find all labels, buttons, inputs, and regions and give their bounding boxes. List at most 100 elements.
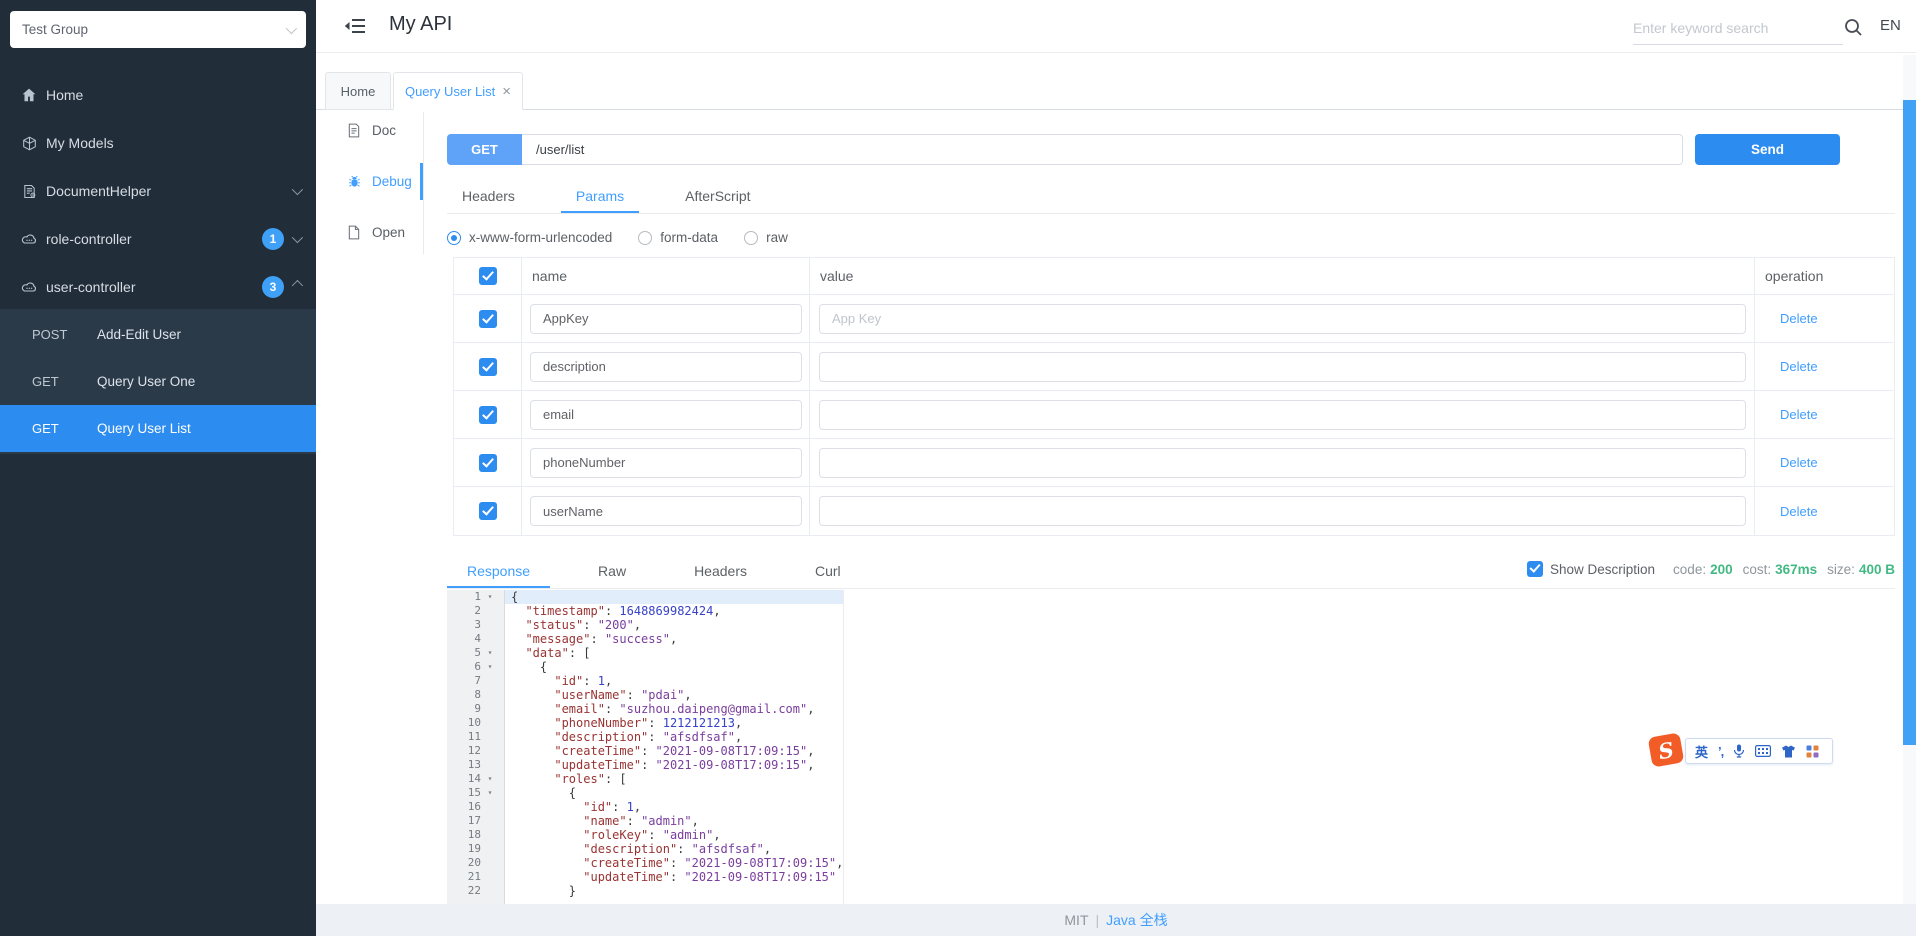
param-value-input[interactable] xyxy=(819,304,1746,334)
param-value-input[interactable] xyxy=(819,352,1746,382)
param-name-input[interactable] xyxy=(530,352,802,382)
response-tab-raw[interactable]: Raw xyxy=(578,556,646,589)
line-number: 1 xyxy=(447,590,481,604)
request-tab-afterscript[interactable]: AfterScript xyxy=(670,181,765,214)
gutter-cell: 13 xyxy=(447,758,505,772)
delete-link[interactable]: Delete xyxy=(1780,455,1818,470)
sidebar-fold-icon[interactable] xyxy=(344,17,368,37)
row-checkbox[interactable] xyxy=(479,406,497,424)
param-name-input[interactable] xyxy=(530,448,802,478)
param-name-input[interactable] xyxy=(530,400,802,430)
param-name-input[interactable] xyxy=(530,304,802,334)
sidebar-item-user-controller[interactable]: user-controller3 xyxy=(0,263,316,311)
search-icon[interactable] xyxy=(1844,18,1864,38)
footer-link[interactable]: Java 全栈 xyxy=(1106,910,1167,930)
editor-line: 11 "description": "afsdfsaf", xyxy=(447,730,1895,744)
code-token: "description" xyxy=(583,842,677,856)
stat-value: 400 B xyxy=(1859,562,1895,577)
side-nav-label: Debug xyxy=(372,174,412,189)
param-name-input[interactable] xyxy=(530,496,802,526)
side-nav-open[interactable]: Open xyxy=(347,207,421,258)
code-token xyxy=(511,842,583,856)
search-input[interactable] xyxy=(1633,12,1843,44)
sidebar-item-role-controller[interactable]: role-controller1 xyxy=(0,215,316,263)
footer-separator: | xyxy=(1096,912,1100,928)
search-box xyxy=(1633,12,1843,45)
line-number: 16 xyxy=(447,800,481,814)
fold-arrow-icon[interactable]: ▾ xyxy=(481,786,499,800)
request-tab-headers[interactable]: Headers xyxy=(447,181,530,214)
param-value-input[interactable] xyxy=(819,448,1746,478)
editor-line: 4 "message": "success", xyxy=(447,632,1895,646)
sidebar-item-documenthelper[interactable]: DocumentHelper xyxy=(0,167,316,215)
sidebar-item-home[interactable]: Home xyxy=(0,71,316,119)
row-checkbox[interactable] xyxy=(479,358,497,376)
code-token: : xyxy=(670,856,684,870)
row-checkbox[interactable] xyxy=(479,310,497,328)
param-value-input[interactable] xyxy=(819,400,1746,430)
code-text: "id": 1, xyxy=(505,674,612,688)
send-button[interactable]: Send xyxy=(1695,134,1840,165)
delete-link[interactable]: Delete xyxy=(1780,359,1818,374)
response-tab-curl[interactable]: Curl xyxy=(795,556,861,589)
editor-line: 16 "id": 1, xyxy=(447,800,1895,814)
response-tab-headers[interactable]: Headers xyxy=(674,556,767,589)
fold-arrow-icon[interactable]: ▾ xyxy=(481,646,499,660)
sidebar-endpoint-query-user-one[interactable]: GETQuery User One xyxy=(0,358,316,405)
code-token xyxy=(511,702,554,716)
delete-link[interactable]: Delete xyxy=(1780,407,1818,422)
fold-arrow-icon[interactable]: ▾ xyxy=(481,590,499,604)
language-toggle[interactable]: EN xyxy=(1880,17,1901,34)
response-tab-response[interactable]: Response xyxy=(447,556,550,589)
param-value-input[interactable] xyxy=(819,496,1746,526)
body-type-raw[interactable]: raw xyxy=(744,230,788,245)
code-token: "id" xyxy=(583,800,612,814)
body-type-form-data[interactable]: form-data xyxy=(638,230,718,245)
code-token: : xyxy=(627,814,641,828)
editor-line: 18 "roleKey": "admin", xyxy=(447,828,1895,842)
method-button[interactable]: GET xyxy=(447,134,522,165)
side-nav-doc[interactable]: Doc xyxy=(347,105,421,156)
gutter-cell: 15▾ xyxy=(447,786,505,800)
sidebar-item-my-models[interactable]: My Models xyxy=(0,119,316,167)
cell-name xyxy=(521,343,809,390)
line-number: 5 xyxy=(447,646,481,660)
api-cloud-icon xyxy=(20,230,38,248)
editor-line: 14▾ "roles": [ xyxy=(447,772,1895,786)
page-tabbar: HomeQuery User List× xyxy=(316,53,1916,110)
url-input[interactable] xyxy=(522,134,1683,165)
code-token: "data" xyxy=(525,646,568,660)
row-checkbox[interactable] xyxy=(479,454,497,472)
fold-arrow-icon[interactable]: ▾ xyxy=(481,772,499,786)
body-type-x-www-form-urlencoded[interactable]: x-www-form-urlencoded xyxy=(447,230,612,245)
side-nav-debug[interactable]: Debug xyxy=(347,156,421,207)
gutter-cell: 6▾ xyxy=(447,660,505,674)
code-token: "2021-09-08T17:09:15" xyxy=(656,758,808,772)
request-tab-params[interactable]: Params xyxy=(561,181,639,214)
delete-link[interactable]: Delete xyxy=(1780,311,1818,326)
side-nav-divider xyxy=(423,112,424,254)
select-all-checkbox[interactable] xyxy=(479,267,497,285)
close-icon[interactable]: × xyxy=(502,84,511,99)
code-token: , xyxy=(807,702,814,716)
line-number: 6 xyxy=(447,660,481,674)
code-text: "status": "200", xyxy=(505,618,641,632)
editor-line: 9 "email": "suzhou.daipeng@gmail.com", xyxy=(447,702,1895,716)
group-select[interactable]: Test Group xyxy=(10,11,306,48)
group-select-value: Test Group xyxy=(22,22,286,37)
response-editor[interactable]: 1▾{2 "timestamp": 1648869982424,3 "statu… xyxy=(447,590,1895,904)
show-description-checkbox[interactable] xyxy=(1527,561,1543,577)
code-text: "data": [ xyxy=(505,646,591,660)
row-checkbox[interactable] xyxy=(479,502,497,520)
sidebar-endpoint-add-edit-user[interactable]: POSTAdd-Edit User xyxy=(0,311,316,358)
sidebar-endpoint-query-user-list[interactable]: GETQuery User List xyxy=(0,405,316,452)
scrollbar-thumb[interactable] xyxy=(1903,100,1916,745)
code-token: "phoneNumber" xyxy=(554,716,648,730)
code-token: , xyxy=(713,828,720,842)
side-nav-active-bar xyxy=(420,163,423,200)
sidebar-submenu: POSTAdd-Edit UserGETQuery User OneGETQue… xyxy=(0,309,316,454)
header-cell-value: value xyxy=(809,258,1754,294)
code-token: : xyxy=(648,828,662,842)
delete-link[interactable]: Delete xyxy=(1780,504,1818,519)
fold-arrow-icon[interactable]: ▾ xyxy=(481,660,499,674)
